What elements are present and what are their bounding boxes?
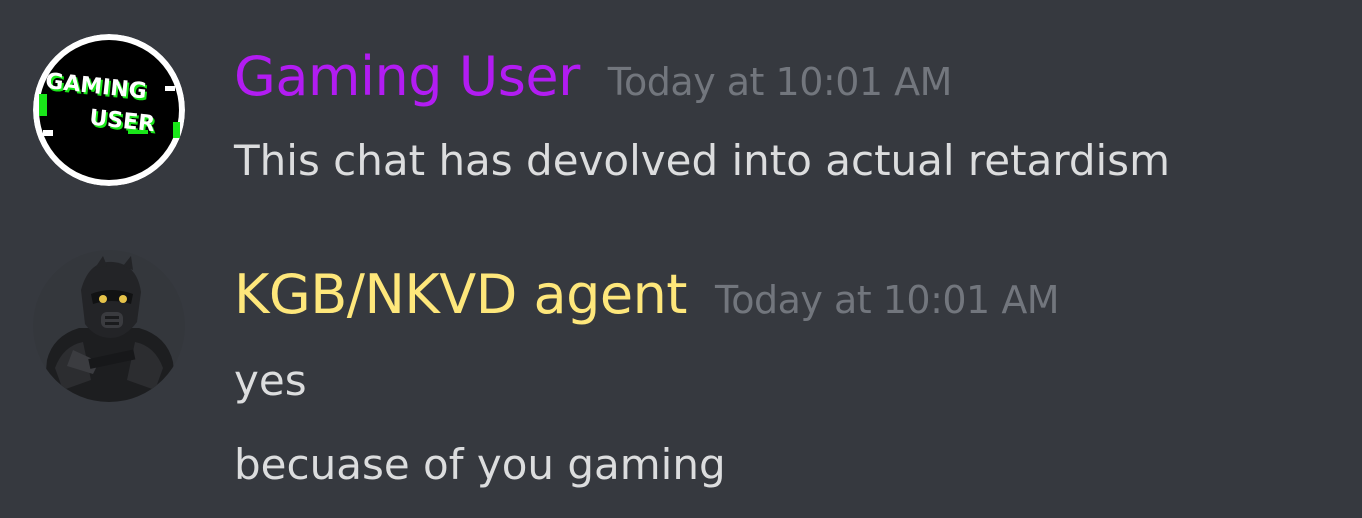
username-kgb-agent[interactable]: KGB/NKVD agent (234, 268, 687, 322)
message-timestamp[interactable]: Today at 10:01 AM (715, 281, 1060, 319)
kgb-agent-avatar[interactable] (33, 250, 185, 402)
gaming-user-logo-avatar-icon: GAMING GAMING USER USER (33, 34, 185, 186)
message-text: yes (234, 356, 307, 405)
message-header: KGB/NKVD agent Today at 10:01 AM (234, 268, 1060, 322)
message-text: becuase of you gaming (234, 440, 726, 489)
armored-soldier-avatar-icon (33, 250, 185, 402)
gaming-user-avatar[interactable]: GAMING GAMING USER USER (33, 34, 185, 186)
username-gaming-user[interactable]: Gaming User (234, 50, 580, 104)
message-text: This chat has devolved into actual retar… (234, 136, 1170, 185)
message-timestamp[interactable]: Today at 10:01 AM (608, 63, 953, 101)
message-header: Gaming User Today at 10:01 AM (234, 50, 952, 104)
